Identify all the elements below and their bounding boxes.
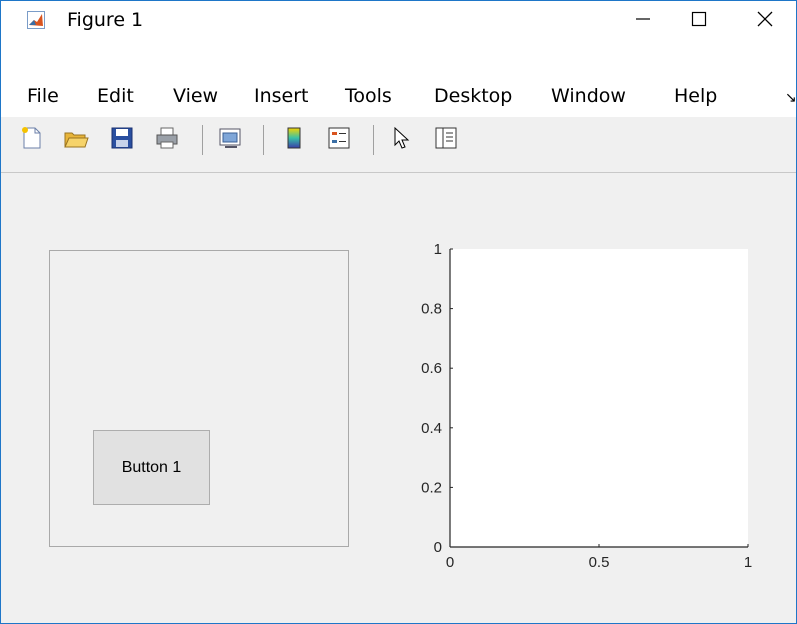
x-tick-label: 1 xyxy=(744,554,752,571)
matlab-logo-icon xyxy=(27,11,45,29)
menu-insert[interactable]: Insert xyxy=(254,85,309,107)
open-file-icon[interactable] xyxy=(63,125,89,151)
x-tick-label: 0.5 xyxy=(589,554,610,571)
toolbar-separator xyxy=(263,125,264,155)
pointer-icon[interactable] xyxy=(389,125,415,151)
x-tick-label: 0 xyxy=(446,554,454,571)
figure-window: Figure 1 File Edit View Insert Tools Des… xyxy=(0,0,797,624)
axes-background xyxy=(450,249,748,547)
menu-help[interactable]: Help xyxy=(674,85,717,107)
y-tick-label: 1 xyxy=(434,241,442,258)
minimize-icon xyxy=(636,18,650,20)
maximize-button[interactable] xyxy=(671,1,727,37)
toolbar-separator xyxy=(202,125,203,155)
minimize-button[interactable] xyxy=(615,1,671,37)
toolbar-separator xyxy=(373,125,374,155)
menu-desktop[interactable]: Desktop xyxy=(434,85,512,107)
save-icon[interactable] xyxy=(109,125,135,151)
maximize-icon xyxy=(691,11,707,27)
y-tick-label: 0.4 xyxy=(421,420,442,437)
y-tick-label: 0.2 xyxy=(421,479,442,496)
y-tick-label: 0 xyxy=(434,539,442,556)
menu-tools[interactable]: Tools xyxy=(345,85,392,107)
figure-toolbar xyxy=(1,117,796,173)
menu-bar: File Edit View Insert Tools Desktop Wind… xyxy=(1,37,796,117)
window-title: Figure 1 xyxy=(67,9,144,31)
close-button[interactable] xyxy=(737,1,793,37)
menu-view[interactable]: View xyxy=(173,85,218,107)
menu-window[interactable]: Window xyxy=(551,85,626,107)
menu-edit[interactable]: Edit xyxy=(97,85,134,107)
menu-overflow-arrow-icon[interactable]: ↘ xyxy=(785,89,796,106)
legend-icon[interactable] xyxy=(326,125,352,151)
button-1[interactable]: Button 1 xyxy=(93,430,210,505)
y-tick-label: 0.8 xyxy=(421,301,442,318)
title-bar: Figure 1 xyxy=(1,1,796,37)
ui-panel: Button 1 xyxy=(49,250,349,547)
print-icon[interactable] xyxy=(154,125,180,151)
colorbar-icon[interactable] xyxy=(281,125,307,151)
property-inspector-icon[interactable] xyxy=(433,125,459,151)
menu-file[interactable]: File xyxy=(27,85,59,107)
close-icon xyxy=(757,11,773,27)
y-tick-label: 0.6 xyxy=(421,360,442,377)
new-figure-icon[interactable] xyxy=(19,125,45,151)
link-plot-icon[interactable] xyxy=(217,125,243,151)
figure-canvas: Button 1 0 0.5 1 0 0.2 0.4 0.6 0.8 1 xyxy=(1,173,796,623)
axes[interactable]: 0 0.5 1 0 0.2 0.4 0.6 0.8 1 xyxy=(381,233,781,593)
